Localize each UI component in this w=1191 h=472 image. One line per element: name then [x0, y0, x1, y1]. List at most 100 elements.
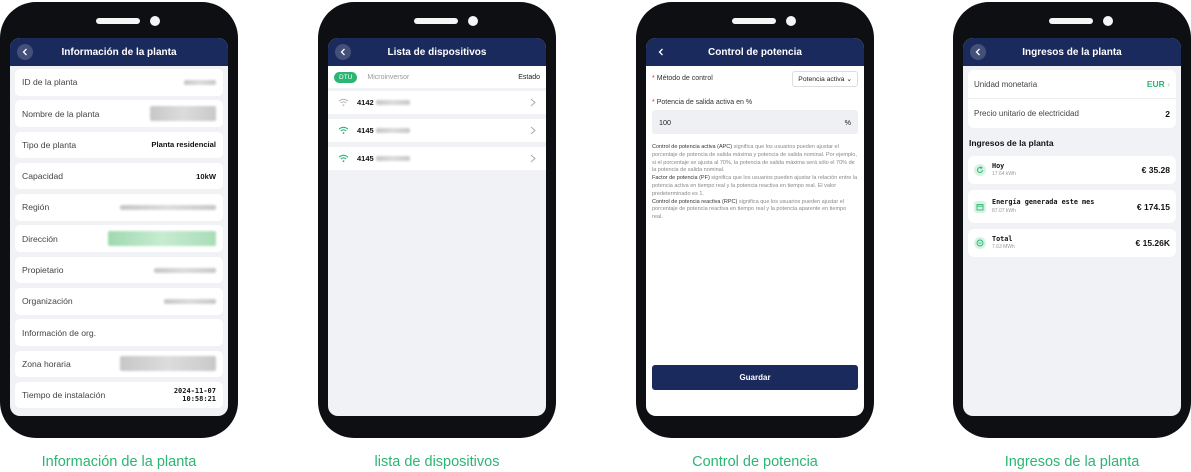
- row-region[interactable]: Región: [15, 194, 223, 221]
- section-title: Ingresos de la planta: [969, 138, 1054, 148]
- device-tabs: DTU Microinversor Estado: [328, 66, 546, 88]
- unit-price-row[interactable]: Precio unitario de electricidad 2: [968, 99, 1176, 128]
- phone-frame: Control de potencia * Método de control P…: [636, 2, 874, 438]
- row-value: Planta residencial: [151, 140, 216, 150]
- income-card-text: Total 7.63 MWh: [992, 235, 1015, 251]
- calendar-icon: [974, 200, 986, 213]
- caret-down-icon: ⌄: [846, 75, 852, 83]
- row-organization[interactable]: Organización: [15, 288, 223, 315]
- row-address[interactable]: Dirección: [15, 225, 223, 252]
- control-method-label: * Método de control: [652, 75, 713, 82]
- row-timezone[interactable]: Zona horaria: [15, 350, 223, 378]
- back-button[interactable]: [17, 44, 33, 60]
- page-title: Control de potencia: [708, 46, 802, 58]
- header-bar: Ingresos de la planta: [963, 38, 1181, 66]
- redacted-value: [108, 231, 216, 247]
- camera-dot: [786, 16, 796, 26]
- header-bar: Control de potencia: [646, 38, 864, 66]
- sigma-icon: [974, 237, 986, 249]
- device-item[interactable]: 4145: [328, 147, 546, 170]
- income-card-amount: € 35.28: [1141, 165, 1170, 175]
- power-control-screen: Control de potencia * Método de control P…: [646, 38, 864, 416]
- income-card-today: Hoy 17.64 kWh € 35.28: [968, 156, 1176, 184]
- redacted-value: [150, 106, 216, 122]
- speaker-bar: [1049, 18, 1093, 24]
- tab-dtu[interactable]: DTU: [334, 71, 358, 83]
- control-method-select[interactable]: Potencia activa ⌄: [792, 70, 858, 87]
- caption: Información de la planta: [41, 454, 197, 470]
- chevron-left-icon: [22, 48, 27, 56]
- row-value: 10kW: [196, 171, 216, 181]
- page-title: Información de la planta: [61, 46, 177, 58]
- chevron-right-icon: [530, 98, 536, 107]
- header-bar: Lista de dispositivos: [328, 38, 546, 66]
- chevron-left-icon: [658, 48, 663, 56]
- refresh-icon: [974, 164, 986, 176]
- row-plant-id[interactable]: ID de la planta: [15, 69, 223, 96]
- phone-frame: Ingresos de la planta Unidad monetaria E…: [953, 2, 1191, 438]
- device-list-screen: Lista de dispositivos DTU Microinversor …: [328, 38, 546, 416]
- back-button[interactable]: [653, 44, 669, 60]
- speaker-bar: [414, 18, 458, 24]
- row-owner[interactable]: Propietario: [15, 256, 223, 284]
- income-card-energy: 87.07 kWh: [992, 207, 1016, 214]
- income-card-energy: 7.63 MWh: [992, 244, 1015, 251]
- chevron-right-icon: [530, 154, 536, 163]
- row-capacity[interactable]: Capacidad 10kW: [15, 162, 223, 190]
- row-label: Tiempo de instalación: [22, 390, 106, 401]
- header-bar: Información de la planta: [10, 38, 228, 66]
- speaker-bar: [96, 18, 140, 24]
- income-card-amount: € 15.26K: [1135, 238, 1171, 248]
- redacted-value: [164, 298, 216, 304]
- redacted-value: [184, 79, 216, 85]
- state-filter[interactable]: Estado: [518, 74, 540, 81]
- back-button[interactable]: [335, 44, 351, 60]
- row-label: Tipo de planta: [22, 139, 77, 150]
- power-control-description: Control de potencia activa (APC) signifi…: [646, 134, 864, 222]
- row-plant-type[interactable]: Tipo de planta Planta residencial: [15, 131, 223, 159]
- save-button[interactable]: Guardar: [652, 365, 858, 390]
- currency-row[interactable]: Unidad monetaria EUR ›: [968, 70, 1176, 99]
- page-title: Lista de dispositivos: [387, 46, 487, 58]
- row-label: Región: [22, 202, 50, 213]
- income-card-title: Hoy: [992, 161, 1005, 170]
- row-label: ID de la planta: [22, 77, 78, 88]
- pf-term: Factor de potencia (PF): [652, 175, 710, 182]
- row-label: Capacidad: [22, 171, 64, 182]
- back-button[interactable]: [970, 44, 986, 60]
- row-value: 2024-11-07 10:58:21: [174, 387, 216, 403]
- caption: Ingresos de la planta: [1004, 454, 1140, 470]
- unit-price-value: 2: [1165, 108, 1170, 119]
- row-label: Dirección: [22, 233, 58, 244]
- redacted-serial: [375, 100, 410, 105]
- income-card-total: Total 7.63 MWh € 15.26K: [968, 229, 1176, 257]
- redacted-value: [154, 267, 216, 273]
- row-org-info[interactable]: Información de org.: [15, 319, 223, 346]
- income-card-amount: € 174.15: [1136, 201, 1170, 212]
- redacted-value: [120, 204, 216, 210]
- device-item[interactable]: 4145: [328, 119, 546, 142]
- speaker-bar: [732, 18, 776, 24]
- device-item[interactable]: 4142: [328, 91, 546, 114]
- camera-dot: [1103, 16, 1113, 26]
- row-label: Información de org.: [22, 327, 97, 338]
- phone-mockup-device-list: Lista de dispositivos DTU Microinversor …: [318, 2, 556, 472]
- tab-microinverter[interactable]: Microinversor: [367, 74, 409, 81]
- caption: Control de potencia: [692, 454, 818, 470]
- plant-info-screen: Información de la planta ID de la planta…: [10, 38, 228, 416]
- output-percent-label: * Potencia de salida activa en %: [652, 99, 753, 106]
- page-title: Ingresos de la planta: [1022, 46, 1122, 58]
- install-clock: 10:58:21: [182, 395, 216, 404]
- income-card-text: Energía generada este mes 87.07 kWh: [992, 199, 1094, 214]
- apc-term: Control de potencia activa (APC): [652, 144, 733, 150]
- row-plant-name[interactable]: Nombre de la planta: [15, 100, 223, 127]
- device-id: 4145: [357, 154, 374, 163]
- output-percent-input[interactable]: 100 %: [652, 110, 858, 134]
- income-settings: Unidad monetaria EUR › Precio unitario d…: [968, 70, 1176, 128]
- row-label: Nombre de la planta: [22, 108, 100, 119]
- income-card-month: Energía generada este mes 87.07 kWh € 17…: [968, 190, 1176, 223]
- camera-dot: [150, 16, 160, 26]
- row-install-time[interactable]: Tiempo de instalación 2024-11-07 10:58:2…: [15, 381, 223, 409]
- phone-frame: Información de la planta ID de la planta…: [0, 2, 238, 438]
- rpc-term: Control de potencia reactiva (RPC): [652, 198, 738, 205]
